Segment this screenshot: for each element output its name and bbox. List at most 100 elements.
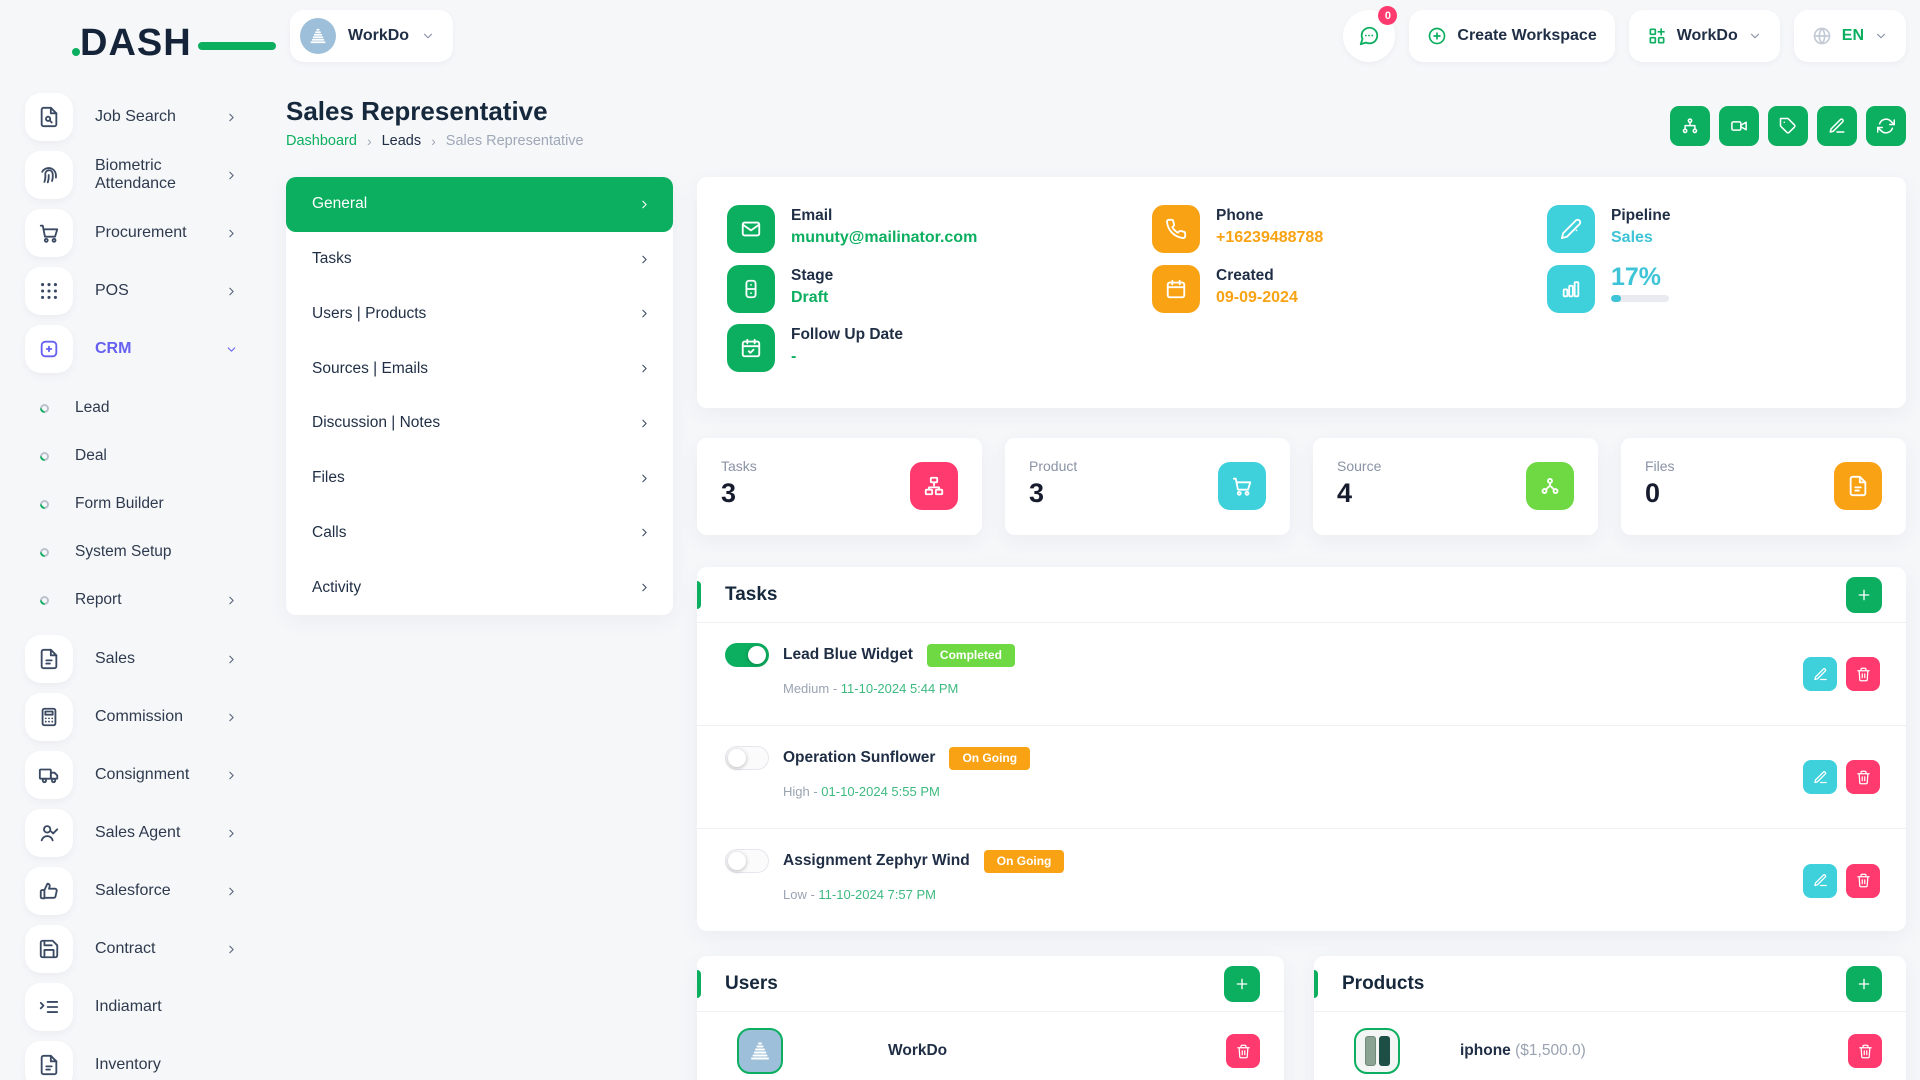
breadcrumb-separator: › [431, 133, 436, 149]
add-user-button[interactable] [1224, 966, 1260, 1002]
convert-to-deal-button[interactable] [1866, 106, 1906, 146]
pipeline-value: Sales [1611, 229, 1670, 247]
tab-users-products[interactable]: Users | Products [286, 287, 673, 342]
sidebar-item-salesforce[interactable]: Salesforce [25, 862, 272, 920]
sidebar-subitem-form-builder[interactable]: Form Builder [25, 480, 272, 528]
sidebar-item-procurement[interactable]: Procurement [25, 204, 272, 262]
sidebar-item-label: Commission [95, 708, 183, 726]
sidebar-item-inventory[interactable]: Inventory [25, 1036, 272, 1080]
sidebar-item-sales-agent[interactable]: Sales Agent [25, 804, 272, 862]
task-datetime: 11-10-2024 7:57 PM [818, 887, 936, 902]
add-product-button[interactable] [1846, 966, 1882, 1002]
chat-icon [1358, 25, 1380, 47]
chevron-right-icon [638, 198, 651, 211]
chevron-right-icon [225, 285, 238, 298]
crm-box-icon [25, 325, 73, 373]
workspace-switcher[interactable]: WorkDo [1629, 10, 1780, 62]
edit-task-button[interactable] [1803, 760, 1837, 794]
pipeline-stage-button[interactable] [1670, 106, 1710, 146]
edit-task-button[interactable] [1803, 657, 1837, 691]
breadcrumb-leads[interactable]: Leads [382, 133, 422, 149]
task-name: Assignment Zephyr Wind [783, 852, 970, 870]
task-meta: High - 01-10-2024 5:55 PM [783, 784, 1882, 799]
lead-detail-menu: General Tasks Users | Products Sources |… [286, 177, 673, 615]
tab-files[interactable]: Files [286, 451, 673, 506]
tab-tasks[interactable]: Tasks [286, 232, 673, 287]
sidebar-item-label: Consignment [95, 766, 189, 784]
edit-lead-button[interactable] [1817, 106, 1857, 146]
sidebar-item-commission[interactable]: Commission [25, 688, 272, 746]
menu-item-label: General [312, 195, 367, 213]
sidebar-item-consignment[interactable]: Consignment [25, 746, 272, 804]
edit-task-button[interactable] [1803, 864, 1837, 898]
sidebar-item-job-search[interactable]: Job Search [25, 88, 272, 146]
sidebar-item-label: Sales [95, 650, 135, 668]
chevron-down-icon [1748, 29, 1762, 43]
dash-logo: DASH [80, 22, 250, 65]
calendar-check-icon [727, 324, 775, 372]
video-call-button[interactable] [1719, 106, 1759, 146]
lead-action-buttons [1670, 106, 1906, 146]
tag-icon [1779, 117, 1797, 135]
task-row: Operation Sunflower On Going High - 01-1… [697, 726, 1906, 829]
delete-user-button[interactable] [1226, 1034, 1260, 1068]
tab-general[interactable]: General [286, 177, 673, 232]
task-toggle[interactable] [725, 746, 769, 770]
sidebar-subitem-lead[interactable]: Lead [25, 384, 272, 432]
chevron-right-icon [225, 885, 238, 898]
breadcrumb-dashboard[interactable]: Dashboard [286, 133, 357, 149]
toggle-knob [728, 852, 746, 870]
task-meta: Low - 11-10-2024 7:57 PM [783, 887, 1882, 902]
messages-button[interactable]: 0 [1343, 10, 1395, 62]
tab-activity[interactable]: Activity [286, 560, 673, 615]
workspace-selector[interactable]: WorkDo [290, 10, 453, 62]
chevron-list-icon [25, 983, 73, 1031]
delete-task-button[interactable] [1846, 760, 1880, 794]
chevron-right-icon [225, 711, 238, 724]
delete-task-button[interactable] [1846, 657, 1880, 691]
task-toggle[interactable] [725, 849, 769, 873]
plus-circle-icon [1427, 26, 1447, 46]
user-name: WorkDo [888, 1042, 947, 1060]
menu-item-label: Tasks [312, 250, 352, 268]
sidebar-item-label: Job Search [95, 108, 176, 126]
info-pipeline: Pipeline Sales [1547, 205, 1876, 261]
info-created: Created 09-09-2024 [1152, 265, 1547, 321]
chevron-down-icon [421, 29, 435, 43]
chevron-right-icon [225, 169, 238, 182]
sidebar: Job Search Biometric Attendance Procurem… [0, 72, 272, 1080]
task-toggle[interactable] [725, 643, 769, 667]
tab-calls[interactable]: Calls [286, 506, 673, 561]
sidebar-item-contract[interactable]: Contract [25, 920, 272, 978]
sidebar-item-biometric-attendance[interactable]: Biometric Attendance [25, 146, 272, 204]
building-icon [748, 1039, 772, 1063]
sitemap-icon [1681, 117, 1699, 135]
delete-task-button[interactable] [1846, 864, 1880, 898]
breadcrumb: Dashboard › Leads › Sales Representative [286, 133, 584, 149]
sidebar-item-sales[interactable]: Sales [25, 630, 272, 688]
stat-card-tasks: Tasks 3 [697, 438, 982, 535]
sidebar-subitem-system-setup[interactable]: System Setup [25, 528, 272, 576]
sidebar-subitem-report[interactable]: Report [25, 576, 272, 624]
info-email: Email munuty@mailinator.com [727, 205, 1152, 261]
share-nodes-icon [1526, 462, 1574, 510]
chevron-right-icon [225, 769, 238, 782]
chevron-right-icon [638, 307, 651, 320]
language-selector[interactable]: EN [1794, 10, 1906, 62]
tasks-header: Tasks [697, 567, 1906, 623]
labels-button[interactable] [1768, 106, 1808, 146]
tab-discussion-notes[interactable]: Discussion | Notes [286, 396, 673, 451]
video-icon [1730, 117, 1748, 135]
bullet-icon [38, 546, 51, 559]
sidebar-item-pos[interactable]: POS [25, 262, 272, 320]
sidebar-item-crm[interactable]: CRM [25, 320, 272, 378]
sidebar-subitem-deal[interactable]: Deal [25, 432, 272, 480]
delete-product-button[interactable] [1848, 1034, 1882, 1068]
create-workspace-button[interactable]: Create Workspace [1409, 10, 1614, 62]
sidebar-item-indiamart[interactable]: Indiamart [25, 978, 272, 1036]
add-task-button[interactable] [1846, 577, 1882, 613]
cart-icon [1218, 462, 1266, 510]
tab-sources-emails[interactable]: Sources | Emails [286, 341, 673, 396]
chart-bars-icon [1547, 265, 1595, 313]
plus-icon [1234, 976, 1250, 992]
